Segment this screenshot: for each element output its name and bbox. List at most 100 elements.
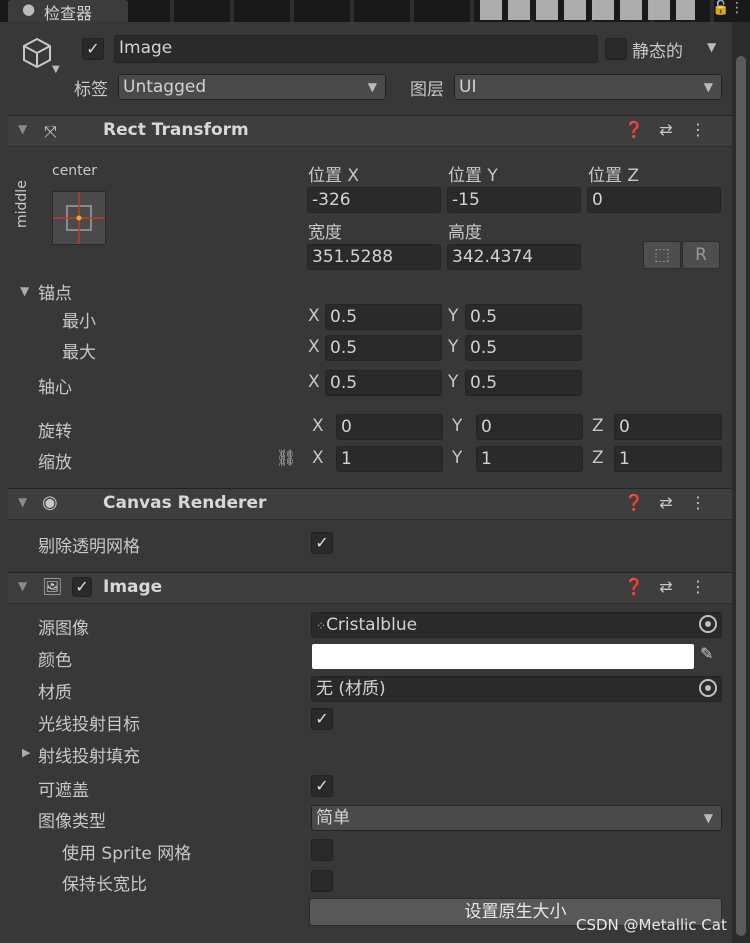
height-field[interactable]: 342.4374 bbox=[447, 244, 581, 270]
material-field[interactable]: 无 (材质) bbox=[311, 676, 722, 702]
min-y-axis-label: Y bbox=[448, 306, 459, 326]
image-icon: 🖼 bbox=[42, 577, 63, 596]
pivot-label: 轴心 bbox=[38, 378, 72, 398]
link-scale-icon[interactable]: ⛓ bbox=[276, 448, 296, 467]
preserve-aspect-label: 保持长宽比 bbox=[62, 875, 147, 895]
material-label: 材质 bbox=[38, 683, 72, 703]
rotation-y-field[interactable]: 0 bbox=[476, 414, 583, 440]
raycast-target-checkbox[interactable]: ✓ bbox=[311, 708, 333, 730]
tag-dropdown[interactable]: Untagged ▼ bbox=[118, 74, 386, 100]
presets-icon[interactable]: ⇄ bbox=[650, 577, 682, 596]
height-label: 高度 bbox=[448, 223, 482, 243]
chevron-down-icon: ▼ bbox=[703, 811, 713, 825]
anchor-min-x-field[interactable]: 0.5 bbox=[325, 304, 442, 330]
anchors-label: 锚点 bbox=[38, 284, 72, 304]
raycast-target-label: 光线投射目标 bbox=[38, 715, 140, 735]
static-checkbox[interactable] bbox=[605, 38, 627, 60]
object-picker-icon[interactable] bbox=[699, 615, 717, 633]
presets-icon[interactable]: ⇄ bbox=[650, 493, 682, 512]
anchor-preset-button[interactable] bbox=[52, 191, 106, 245]
anchor-min-y-field[interactable]: 0.5 bbox=[465, 304, 582, 330]
help-icon[interactable]: ❓ bbox=[618, 577, 650, 596]
toolbar-graphic bbox=[480, 0, 695, 20]
scale-x-field[interactable]: 1 bbox=[336, 446, 443, 472]
layer-dropdown[interactable]: UI ▼ bbox=[454, 74, 722, 100]
foldout-arrow-icon[interactable]: ▼ bbox=[18, 579, 27, 593]
eye-icon: ◉ bbox=[42, 492, 58, 513]
anchor-preset-vertical: middle bbox=[14, 180, 30, 228]
scale-y-field[interactable]: 1 bbox=[476, 446, 583, 472]
raw-edit-button[interactable]: R bbox=[682, 241, 720, 269]
rotation-z-field[interactable]: 0 bbox=[614, 414, 722, 440]
tab-inspector-label: 检查器 bbox=[44, 4, 93, 23]
help-icon[interactable]: ❓ bbox=[618, 120, 650, 139]
source-image-value: Cristalblue bbox=[326, 615, 418, 635]
pos-z-field[interactable]: 0 bbox=[587, 187, 721, 213]
raycast-padding-label: 射线投射填充 bbox=[38, 747, 140, 767]
image-type-label: 图像类型 bbox=[38, 812, 106, 832]
help-icon[interactable]: ❓ bbox=[618, 493, 650, 512]
rotation-label: 旋转 bbox=[38, 422, 72, 442]
scale-z-axis-label: Z bbox=[592, 448, 604, 468]
width-field[interactable]: 351.5288 bbox=[307, 244, 441, 270]
chevron-down-icon: ▼ bbox=[703, 80, 713, 94]
lock-icon[interactable]: 🔓 bbox=[712, 0, 729, 16]
maskable-label: 可遮盖 bbox=[38, 781, 89, 801]
layer-label: 图层 bbox=[410, 80, 444, 100]
image-type-dropdown[interactable]: 简单 ▼ bbox=[311, 805, 722, 831]
rect-transform-title: Rect Transform bbox=[103, 120, 249, 140]
rot-z-axis-label: Z bbox=[592, 416, 604, 436]
use-sprite-mesh-checkbox[interactable] bbox=[311, 839, 333, 861]
rotation-x-field[interactable]: 0 bbox=[336, 414, 443, 440]
foldout-arrow-icon[interactable]: ▼ bbox=[18, 122, 27, 136]
preserve-aspect-checkbox[interactable] bbox=[311, 870, 333, 892]
scale-label: 缩放 bbox=[38, 453, 72, 473]
color-label: 颜色 bbox=[38, 651, 72, 671]
object-picker-icon[interactable] bbox=[699, 679, 717, 697]
pivot-x-field[interactable]: 0.5 bbox=[325, 370, 442, 396]
anchor-preset-horizontal: center bbox=[52, 163, 98, 179]
pivot-y-axis-label: Y bbox=[448, 372, 459, 392]
static-dropdown-icon[interactable]: ▼ bbox=[707, 40, 716, 54]
width-label: 宽度 bbox=[308, 223, 342, 243]
blueprint-mode-button[interactable]: ⬚ bbox=[643, 241, 681, 269]
pos-z-label: 位置 Z bbox=[588, 166, 640, 186]
canvas-renderer-header[interactable]: ▼ ◉ Canvas Renderer ❓ ⇄ ⋮ bbox=[8, 488, 732, 520]
rect-transform-icon: ⤧ bbox=[44, 122, 57, 141]
image-component-header[interactable]: ▼ 🖼 ✓ Image ❓ ⇄ ⋮ bbox=[8, 572, 732, 604]
component-menu-icon[interactable]: ⋮ bbox=[682, 120, 714, 139]
presets-icon[interactable]: ⇄ bbox=[650, 120, 682, 139]
object-active-checkbox[interactable]: ✓ bbox=[82, 38, 104, 60]
pos-x-label: 位置 X bbox=[308, 166, 360, 186]
max-y-axis-label: Y bbox=[448, 337, 459, 357]
pivot-y-field[interactable]: 0.5 bbox=[465, 370, 582, 396]
tab-inspector[interactable]: ● 检查器 bbox=[8, 0, 128, 23]
rect-transform-header[interactable]: ▼ ⤧ Rect Transform ❓ ⇄ ⋮ bbox=[8, 115, 732, 147]
raycast-padding-foldout-icon[interactable]: ▶ bbox=[22, 746, 30, 759]
max-x-axis-label: X bbox=[308, 337, 320, 357]
component-menu-icon[interactable]: ⋮ bbox=[682, 493, 714, 512]
scrollbar-thumb[interactable] bbox=[736, 56, 746, 936]
foldout-arrow-icon[interactable]: ▼ bbox=[18, 495, 27, 509]
component-menu-icon[interactable]: ⋮ bbox=[682, 577, 714, 596]
tag-label: 标签 bbox=[74, 80, 108, 100]
scale-z-field[interactable]: 1 bbox=[614, 446, 722, 472]
source-image-field[interactable]: ⁘Cristalblue bbox=[311, 612, 722, 638]
anchor-max-x-field[interactable]: 0.5 bbox=[325, 335, 442, 361]
anchor-max-y-field[interactable]: 0.5 bbox=[465, 335, 582, 361]
maskable-checkbox[interactable]: ✓ bbox=[311, 775, 333, 797]
color-swatch[interactable] bbox=[312, 644, 694, 669]
pos-x-field[interactable]: -326 bbox=[307, 187, 441, 213]
sprite-icon: ⁘ bbox=[316, 619, 327, 633]
eyedropper-icon[interactable]: ✎ bbox=[700, 644, 713, 663]
pivot-x-axis-label: X bbox=[308, 372, 320, 392]
use-sprite-mesh-label: 使用 Sprite 网格 bbox=[62, 844, 192, 864]
anchors-foldout-icon[interactable]: ▼ bbox=[20, 284, 29, 298]
object-name-field[interactable]: Image bbox=[114, 35, 598, 63]
more-options-icon[interactable]: ⋮ bbox=[730, 0, 744, 16]
cull-transparent-mesh-checkbox[interactable]: ✓ bbox=[311, 532, 333, 554]
source-image-label: 源图像 bbox=[38, 619, 89, 639]
pos-y-field[interactable]: -15 bbox=[447, 187, 581, 213]
image-enabled-checkbox[interactable]: ✓ bbox=[72, 577, 92, 597]
pos-y-label: 位置 Y bbox=[448, 166, 498, 186]
